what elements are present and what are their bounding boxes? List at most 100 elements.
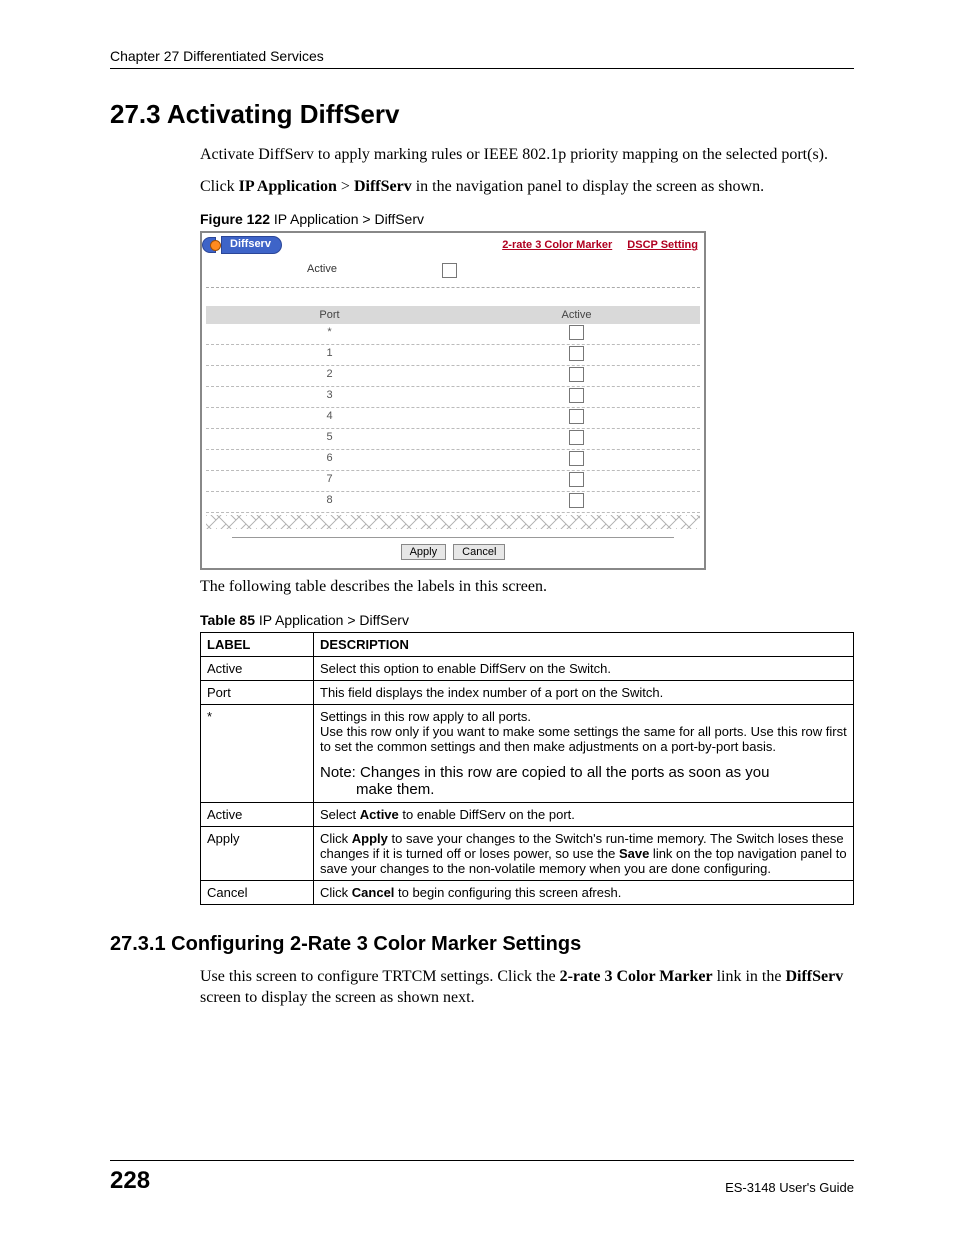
panel-title: Diffserv — [221, 236, 282, 254]
port-cell: * — [206, 324, 453, 344]
note-line2: make them. — [320, 781, 847, 798]
sub-post: screen to display the screen as shown ne… — [200, 989, 475, 1006]
cell-desc: This field displays the index number of … — [314, 680, 854, 704]
desc-line2: Use this row only if you want to make so… — [320, 724, 847, 754]
th-label: LABEL — [201, 632, 314, 656]
port-cell: 1 — [206, 345, 453, 365]
table-caption-bold: Table 85 — [200, 612, 255, 628]
sub-mid: link in the — [713, 968, 786, 985]
desc-pre: Click — [320, 831, 352, 846]
table-row: Active Select Active to enable DiffServ … — [201, 802, 854, 826]
port-active-checkbox[interactable] — [569, 409, 584, 424]
port-active-checkbox[interactable] — [569, 325, 584, 340]
figure-caption-rest: IP Application > DiffServ — [270, 211, 424, 227]
desc-bold2: Save — [619, 846, 649, 861]
sub-bold2: DiffServ — [785, 968, 843, 985]
desc-post: to enable DiffServ on the port. — [399, 807, 575, 822]
port-cell: 3 — [206, 387, 453, 407]
port-active-checkbox[interactable] — [569, 388, 584, 403]
note-line1: Note: Changes in this row are copied to … — [320, 754, 847, 781]
chapter-header: Chapter 27 Differentiated Services — [110, 48, 854, 69]
page-number: 228 — [110, 1167, 150, 1195]
desc-line1: Settings in this row apply to all ports. — [320, 709, 531, 724]
separator — [206, 287, 700, 288]
port-cell: 6 — [206, 450, 453, 470]
table-row: Port This field displays the index numbe… — [201, 680, 854, 704]
port-active-checkbox[interactable] — [569, 367, 584, 382]
nav-gt: > — [337, 178, 354, 195]
port-row: 3 — [206, 387, 700, 408]
port-cell: 5 — [206, 429, 453, 449]
desc-bold: Active — [360, 807, 399, 822]
port-row: * — [206, 324, 700, 345]
active-row: Active — [202, 257, 704, 287]
link-2rate3color[interactable]: 2-rate 3 Color Marker — [502, 239, 612, 251]
cell-desc: Select this option to enable DiffServ on… — [314, 656, 854, 680]
cell-label: Active — [201, 802, 314, 826]
panel-title-pill: Diffserv — [202, 237, 282, 253]
nav-path-2: DiffServ — [354, 178, 412, 195]
desc-pre: Select — [320, 807, 360, 822]
table-row: Cancel Click Cancel to begin configuring… — [201, 880, 854, 904]
port-row: 2 — [206, 366, 700, 387]
port-row: 1 — [206, 345, 700, 366]
section-nav-instruction: Click IP Application > DiffServ in the n… — [110, 176, 854, 198]
sub-bold1: 2-rate 3 Color Marker — [560, 968, 713, 985]
active-cell — [453, 366, 700, 386]
desc-bold: Cancel — [352, 885, 395, 900]
port-row: 7 — [206, 471, 700, 492]
port-active-checkbox[interactable] — [569, 472, 584, 487]
th-description: DESCRIPTION — [314, 632, 854, 656]
port-active-checkbox[interactable] — [569, 346, 584, 361]
diffserv-screenshot: Diffserv 2-rate 3 Color Marker DSCP Sett… — [200, 231, 706, 570]
port-cell: 8 — [206, 492, 453, 512]
figure-caption: Figure 122 IP Application > DiffServ — [110, 211, 854, 227]
active-checkbox[interactable] — [442, 263, 457, 278]
cell-desc: Settings in this row apply to all ports.… — [314, 704, 854, 802]
desc-pre: Click — [320, 885, 352, 900]
port-row: 8 — [206, 492, 700, 513]
torn-edge-icon — [206, 515, 700, 529]
nav-suffix: in the navigation panel to display the s… — [412, 178, 764, 195]
desc-post: to begin configuring this screen afresh. — [394, 885, 621, 900]
table-row: * Settings in this row apply to all port… — [201, 704, 854, 802]
active-cell — [453, 345, 700, 365]
active-cell — [453, 429, 700, 449]
cell-desc: Select Active to enable DiffServ on the … — [314, 802, 854, 826]
cell-label: Apply — [201, 826, 314, 880]
guide-name: ES-3148 User's Guide — [725, 1180, 854, 1195]
after-figure-text: The following table describes the labels… — [110, 576, 854, 598]
nav-path-1: IP Application — [239, 178, 337, 195]
cell-label: * — [201, 704, 314, 802]
active-label: Active — [202, 263, 442, 281]
th-active: Active — [453, 306, 700, 324]
table-caption-rest: IP Application > DiffServ — [255, 612, 409, 628]
port-active-checkbox[interactable] — [569, 493, 584, 508]
port-cell: 2 — [206, 366, 453, 386]
section-para-1: Activate DiffServ to apply marking rules… — [110, 144, 854, 166]
subsection-para: Use this screen to configure TRTCM setti… — [110, 966, 854, 1009]
port-active-checkbox[interactable] — [569, 451, 584, 466]
cell-desc: Click Cancel to begin configuring this s… — [314, 880, 854, 904]
cell-label: Cancel — [201, 880, 314, 904]
screenshot-header: Diffserv 2-rate 3 Color Marker DSCP Sett… — [202, 233, 704, 257]
link-dscp-setting[interactable]: DSCP Setting — [627, 239, 698, 251]
port-row: 5 — [206, 429, 700, 450]
port-cell: 4 — [206, 408, 453, 428]
pill-dot-icon — [210, 240, 221, 251]
apply-button[interactable]: Apply — [401, 544, 447, 560]
table-row: Apply Click Apply to save your changes t… — [201, 826, 854, 880]
port-active-checkbox[interactable] — [569, 430, 584, 445]
port-row: 6 — [206, 450, 700, 471]
section-title: 27.3 Activating DiffServ — [110, 99, 854, 130]
cancel-button[interactable]: Cancel — [453, 544, 505, 560]
active-cell — [453, 408, 700, 428]
desc-bold: Apply — [352, 831, 388, 846]
port-table: Port Active *12345678 — [206, 306, 700, 513]
table-head-row: LABEL DESCRIPTION — [201, 632, 854, 656]
active-cell — [453, 387, 700, 407]
port-cell: 7 — [206, 471, 453, 491]
figure-caption-bold: Figure 122 — [200, 211, 270, 227]
subsection-title: 27.3.1 Configuring 2-Rate 3 Color Marker… — [110, 933, 854, 956]
table-row: Active Select this option to enable Diff… — [201, 656, 854, 680]
